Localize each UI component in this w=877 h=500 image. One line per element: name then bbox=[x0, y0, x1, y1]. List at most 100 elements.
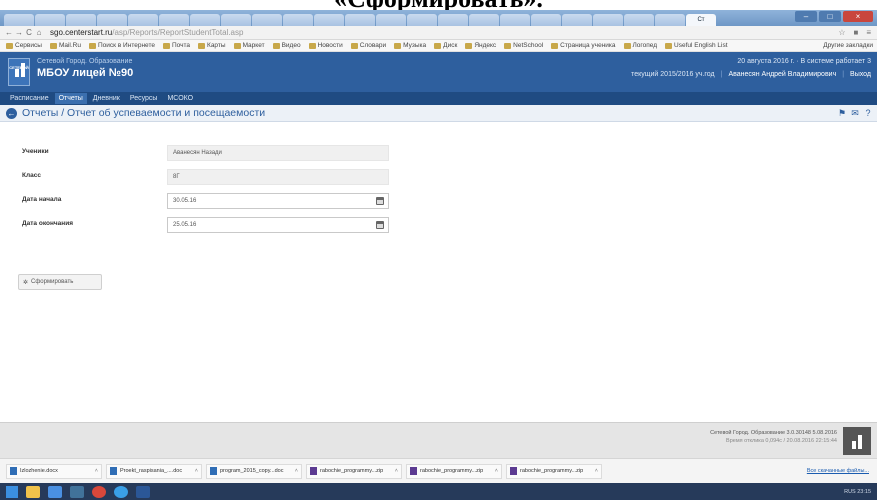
bookmark-icon bbox=[665, 42, 673, 49]
bookmark-label: Диск bbox=[443, 42, 458, 49]
flag-icon[interactable]: ⚑ bbox=[837, 108, 847, 118]
title-actions: ⚑ ✉ ? bbox=[837, 108, 873, 118]
browser-tab[interactable] bbox=[345, 14, 375, 26]
other-bookmarks[interactable]: Другие закладки bbox=[823, 42, 873, 49]
browser-tab[interactable] bbox=[128, 14, 158, 26]
menu-item[interactable]: МСОКО bbox=[163, 93, 197, 104]
close-window-button[interactable]: × bbox=[843, 11, 873, 22]
bookmark-label: Поиск в Интернете bbox=[97, 42, 155, 49]
mail-icon[interactable]: ✉ bbox=[850, 108, 860, 118]
back-arrow-icon[interactable]: ← bbox=[4, 28, 14, 37]
generate-button[interactable]: ✲ Сформировать bbox=[18, 274, 102, 290]
browser-tab[interactable] bbox=[4, 14, 34, 26]
bookmark-item[interactable]: Карты bbox=[198, 42, 226, 49]
bookmark-label: Карты bbox=[207, 42, 226, 49]
bookmark-item[interactable]: Музыка bbox=[394, 42, 426, 49]
current-user[interactable]: Аванесян Андрей Владимирович bbox=[728, 71, 836, 78]
calendar-icon[interactable] bbox=[376, 197, 384, 205]
menu-item[interactable]: Дневник bbox=[89, 93, 124, 104]
browser-tab[interactable] bbox=[624, 14, 654, 26]
chevron-up-icon[interactable]: ˄ bbox=[495, 468, 498, 474]
file-explorer-icon[interactable] bbox=[26, 485, 40, 498]
menu-icon[interactable]: ≡ bbox=[866, 28, 871, 37]
bookmark-item[interactable]: NetSchool bbox=[504, 42, 543, 49]
url-field[interactable]: sgo.centerstart.ru/asp/Reports/ReportStu… bbox=[50, 28, 243, 37]
bookmark-icon bbox=[504, 42, 512, 49]
bookmark-item[interactable]: Логопед bbox=[623, 42, 657, 49]
logout-link[interactable]: Выход bbox=[850, 71, 871, 78]
download-item[interactable]: rabochie_programmy...zip ˄ bbox=[506, 463, 602, 479]
bookmark-item[interactable]: Видео bbox=[272, 42, 301, 49]
mail-app-icon[interactable] bbox=[48, 485, 62, 498]
chevron-up-icon[interactable]: ˄ bbox=[95, 468, 98, 474]
browser-tab[interactable] bbox=[283, 14, 313, 26]
bookmark-item[interactable]: Яндекс bbox=[465, 42, 496, 49]
start-date-label: Дата начала bbox=[22, 196, 62, 203]
bookmark-item[interactable]: Поиск в Интернете bbox=[88, 42, 155, 49]
browser-tab[interactable] bbox=[314, 14, 344, 26]
browser-tab[interactable] bbox=[562, 14, 592, 26]
browser-tab[interactable] bbox=[66, 14, 96, 26]
bookmark-item[interactable]: Диск bbox=[434, 42, 457, 49]
bookmark-item[interactable]: Маркет bbox=[233, 42, 265, 49]
home-icon[interactable]: ⌂ bbox=[34, 28, 44, 37]
chevron-up-icon[interactable]: ˄ bbox=[595, 468, 598, 474]
show-all-downloads-link[interactable]: Все скачанные файлы... bbox=[807, 468, 869, 474]
bookmark-label: Сервисы bbox=[15, 42, 42, 49]
word-icon[interactable] bbox=[136, 485, 150, 498]
browser-tab[interactable] bbox=[531, 14, 561, 26]
reload-icon[interactable]: C bbox=[24, 28, 34, 37]
browser-tab[interactable] bbox=[469, 14, 499, 26]
browser-tab[interactable] bbox=[97, 14, 127, 26]
browser-tab[interactable] bbox=[407, 14, 437, 26]
download-item[interactable]: rabochie_programmy...zip ˄ bbox=[306, 463, 402, 479]
class-field: 8Г bbox=[167, 169, 389, 185]
start-icon[interactable] bbox=[6, 485, 18, 498]
browser-tab[interactable] bbox=[593, 14, 623, 26]
bookmark-item[interactable]: Новости bbox=[308, 42, 343, 49]
extension-icon[interactable]: ■ bbox=[853, 28, 858, 37]
download-item[interactable]: Izlozhenie.docx ˄ bbox=[6, 463, 102, 479]
bookmark-item[interactable]: Mail.Ru bbox=[49, 42, 81, 49]
download-item[interactable]: Proekt_raspisania_....doc ˄ bbox=[106, 463, 202, 479]
bookmark-item[interactable]: Сервисы bbox=[6, 42, 42, 49]
forward-arrow-icon[interactable]: → bbox=[14, 28, 24, 37]
store-icon[interactable] bbox=[70, 485, 84, 498]
browser-tab[interactable] bbox=[500, 14, 530, 26]
app-logo[interactable]: СЕТЕВОЙ bbox=[8, 58, 30, 86]
internet-explorer-icon[interactable] bbox=[114, 485, 128, 498]
browser-tab[interactable] bbox=[159, 14, 189, 26]
download-filename: program_2015_copy...doc bbox=[220, 468, 284, 474]
chevron-up-icon[interactable]: ˄ bbox=[295, 468, 298, 474]
minimize-button[interactable]: – bbox=[795, 11, 817, 22]
browser-tab[interactable] bbox=[190, 14, 220, 26]
browser-tab[interactable] bbox=[438, 14, 468, 26]
star-icon[interactable]: ☆ bbox=[838, 28, 845, 37]
browser-tab[interactable] bbox=[221, 14, 251, 26]
end-date-input[interactable]: 25.05.16 bbox=[167, 217, 389, 233]
bookmark-item[interactable]: Страница ученика bbox=[551, 42, 616, 49]
download-item[interactable]: program_2015_copy...doc ˄ bbox=[206, 463, 302, 479]
browser-tab[interactable] bbox=[376, 14, 406, 26]
menu-item[interactable]: Расписание bbox=[6, 93, 53, 104]
start-date-input[interactable]: 30.05.16 bbox=[167, 193, 389, 209]
browser-tab[interactable] bbox=[252, 14, 282, 26]
chevron-up-icon[interactable]: ˄ bbox=[195, 468, 198, 474]
calendar-icon[interactable] bbox=[376, 221, 384, 229]
back-button[interactable]: ← bbox=[6, 108, 17, 119]
bookmark-item[interactable]: Useful English List bbox=[665, 42, 728, 49]
browser-tab[interactable]: Ст bbox=[686, 14, 716, 26]
browser-tab[interactable] bbox=[35, 14, 65, 26]
bookmark-item[interactable]: Словари bbox=[350, 42, 386, 49]
download-item[interactable]: rabochie_programmy...zip ˄ bbox=[406, 463, 502, 479]
bookmark-item[interactable]: Почта bbox=[162, 42, 190, 49]
menu-item[interactable]: Ресурсы bbox=[126, 93, 162, 104]
menu-item[interactable]: Отчеты bbox=[54, 93, 87, 104]
chevron-up-icon[interactable]: ˄ bbox=[395, 468, 398, 474]
footer-logo bbox=[843, 427, 871, 455]
maximize-button[interactable]: □ bbox=[819, 11, 841, 22]
browser-tab[interactable] bbox=[655, 14, 685, 26]
chrome-icon[interactable] bbox=[92, 485, 106, 498]
version-info: Сетевой Город. Образование 3.0.30148 5.0… bbox=[710, 430, 837, 436]
help-icon[interactable]: ? bbox=[863, 108, 873, 118]
